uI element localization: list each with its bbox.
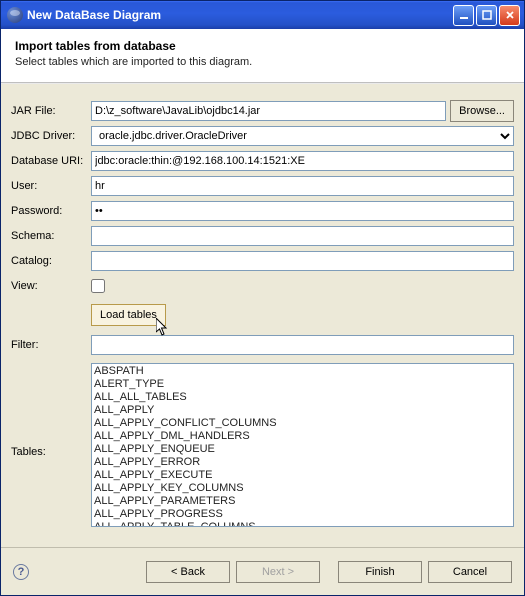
filter-input[interactable]	[91, 335, 514, 355]
list-item[interactable]: ALL_APPLY_DML_HANDLERS	[94, 430, 511, 443]
header-title: Import tables from database	[15, 39, 510, 53]
jdbc-driver-select[interactable]: oracle.jdbc.driver.OracleDriver	[91, 126, 514, 146]
browse-button[interactable]: Browse...	[450, 100, 514, 122]
load-tables-button[interactable]: Load tables	[91, 304, 166, 326]
list-item[interactable]: ALL_APPLY_EXECUTE	[94, 469, 511, 482]
list-item[interactable]: ALL_APPLY_ERROR	[94, 456, 511, 469]
schema-label: Schema:	[11, 230, 91, 242]
schema-input[interactable]	[91, 226, 514, 246]
list-item[interactable]: ALL_ALL_TABLES	[94, 391, 511, 404]
titlebar: New DataBase Diagram	[1, 1, 524, 29]
list-item[interactable]: ABSPATH	[94, 365, 511, 378]
list-item[interactable]: ALL_APPLY_CONFLICT_COLUMNS	[94, 417, 511, 430]
help-icon[interactable]: ?	[13, 564, 29, 580]
app-icon	[7, 7, 23, 23]
list-item[interactable]: ALL_APPLY_ENQUEUE	[94, 443, 511, 456]
password-label: Password:	[11, 205, 91, 217]
database-uri-label: Database URI:	[11, 155, 91, 167]
footer: ? < Back Next > Finish Cancel	[1, 547, 524, 595]
window-title: New DataBase Diagram	[27, 8, 453, 22]
close-button[interactable]	[499, 5, 520, 26]
list-item[interactable]: ALL_APPLY_PROGRESS	[94, 508, 511, 521]
tables-listbox[interactable]: ABSPATHALERT_TYPEALL_ALL_TABLESALL_APPLY…	[91, 363, 514, 527]
password-input[interactable]	[91, 201, 514, 221]
next-button: Next >	[236, 561, 320, 583]
maximize-button[interactable]	[476, 5, 497, 26]
view-checkbox[interactable]	[91, 279, 105, 293]
wizard-header: Import tables from database Select table…	[1, 29, 524, 82]
list-item[interactable]: ALL_APPLY_TABLE_COLUMNS	[94, 521, 511, 527]
form-area: JAR File: Browse... JDBC Driver: oracle.…	[1, 84, 524, 547]
jar-file-input[interactable]	[91, 101, 446, 121]
catalog-label: Catalog:	[11, 255, 91, 267]
dialog-window: New DataBase Diagram Import tables from …	[0, 0, 525, 596]
user-label: User:	[11, 180, 91, 192]
user-input[interactable]	[91, 176, 514, 196]
jar-file-label: JAR File:	[11, 105, 91, 117]
view-label: View:	[11, 280, 91, 292]
back-button[interactable]: < Back	[146, 561, 230, 583]
catalog-input[interactable]	[91, 251, 514, 271]
minimize-button[interactable]	[453, 5, 474, 26]
tables-label: Tables:	[11, 446, 91, 458]
list-item[interactable]: ALL_APPLY_KEY_COLUMNS	[94, 482, 511, 495]
jdbc-driver-label: JDBC Driver:	[11, 130, 91, 142]
list-item[interactable]: ALL_APPLY_PARAMETERS	[94, 495, 511, 508]
database-uri-input[interactable]	[91, 151, 514, 171]
header-subtitle: Select tables which are imported to this…	[15, 56, 510, 68]
cancel-button[interactable]: Cancel	[428, 561, 512, 583]
filter-label: Filter:	[11, 339, 91, 351]
finish-button[interactable]: Finish	[338, 561, 422, 583]
list-item[interactable]: ALL_APPLY	[94, 404, 511, 417]
list-item[interactable]: ALERT_TYPE	[94, 378, 511, 391]
window-controls	[453, 5, 520, 26]
